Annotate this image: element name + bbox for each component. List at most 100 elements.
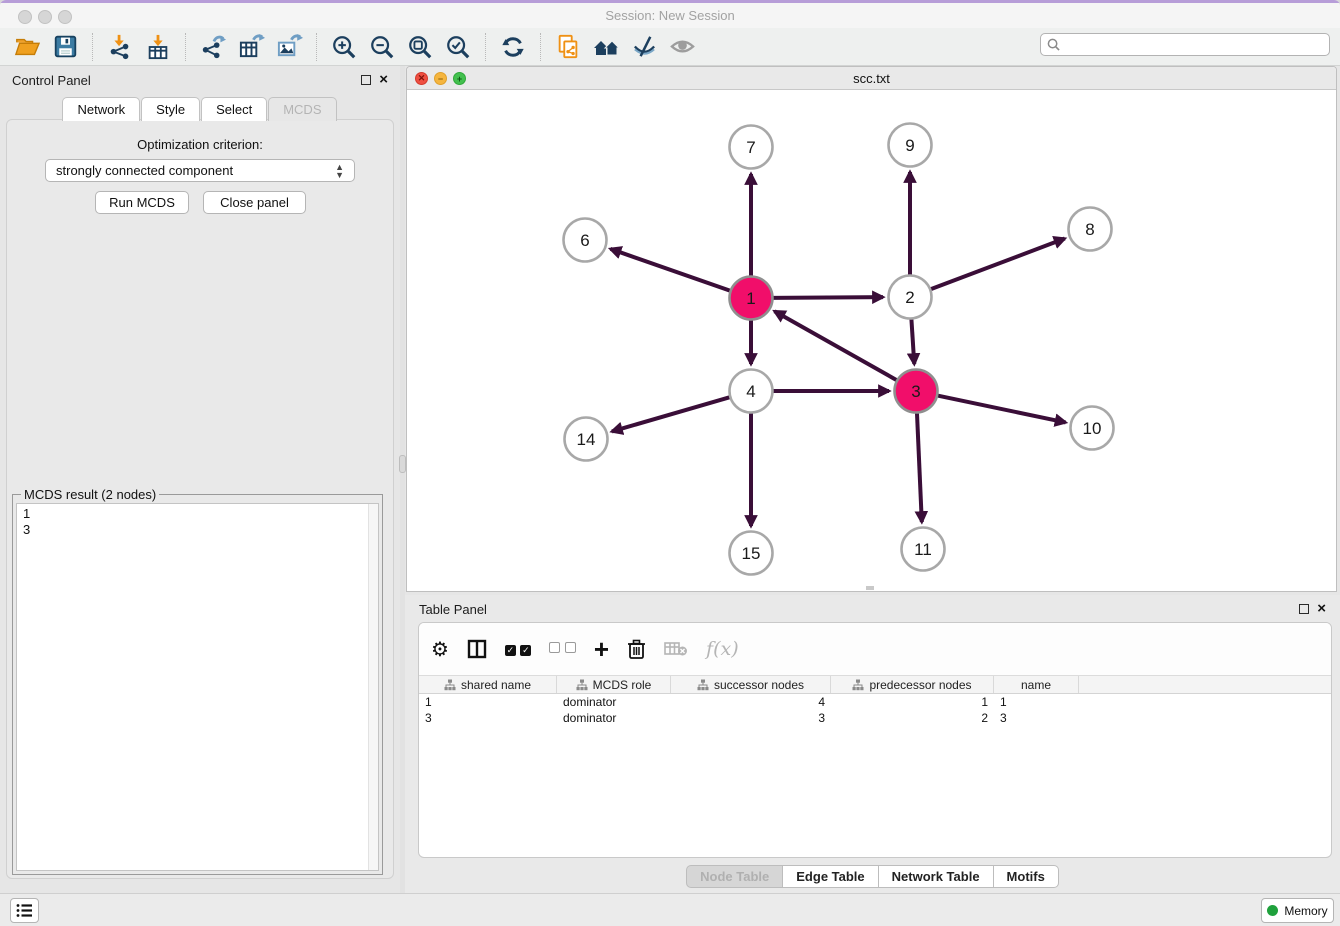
home-button[interactable]: [590, 32, 622, 62]
float-table-panel-icon[interactable]: [1299, 604, 1309, 614]
export-table-button[interactable]: [235, 32, 267, 62]
cell[interactable]: 3: [994, 710, 1079, 726]
delete-column-icon[interactable]: [627, 639, 646, 660]
table-row-1[interactable]: 1dominator411: [419, 694, 1331, 710]
tab-network[interactable]: Network: [62, 97, 140, 121]
network-window-title: scc.txt: [853, 71, 890, 86]
edge-4-14[interactable]: [612, 397, 730, 431]
cell[interactable]: 2: [831, 710, 994, 726]
hierarchy-icon: [444, 679, 456, 691]
node-label-15: 15: [742, 544, 761, 563]
clone-network-button[interactable]: [552, 32, 584, 62]
cell[interactable]: 3: [419, 710, 557, 726]
memory-button[interactable]: Memory: [1261, 898, 1334, 923]
node-label-8: 8: [1085, 220, 1094, 239]
panel-divider-grip[interactable]: [399, 455, 406, 473]
cell[interactable]: 1: [419, 694, 557, 710]
cell[interactable]: 1: [994, 694, 1079, 710]
import-network-icon: [107, 34, 133, 60]
show-hidden-icon: [669, 33, 696, 60]
table-body: 1dominator4113dominator323: [419, 694, 1331, 726]
network-minimize-icon[interactable]: −: [434, 72, 447, 85]
network-window-titlebar[interactable]: ✕ − + scc.txt: [407, 67, 1336, 90]
cell[interactable]: 1: [831, 694, 994, 710]
column-label: MCDS role: [593, 678, 652, 692]
save-session-button[interactable]: [49, 32, 81, 62]
edge-1-6[interactable]: [610, 249, 730, 291]
column-selector-icon[interactable]: [467, 639, 487, 659]
zoom-out-button[interactable]: [366, 32, 398, 62]
network-canvas[interactable]: 7968124314101511: [407, 90, 1336, 592]
close-window-icon[interactable]: [18, 10, 32, 24]
export-image-button[interactable]: [273, 32, 305, 62]
node-label-4: 4: [746, 382, 755, 401]
minimize-window-icon[interactable]: [38, 10, 52, 24]
search-field[interactable]: [1040, 33, 1330, 56]
run-mcds-button[interactable]: Run MCDS: [95, 191, 189, 214]
column-label: predecessor nodes: [869, 678, 971, 692]
tab-node-table[interactable]: Node Table: [686, 865, 783, 888]
criterion-dropdown[interactable]: strongly connected component ▲▼: [45, 159, 355, 182]
network-maximize-icon[interactable]: +: [453, 72, 466, 85]
edge-1-2[interactable]: [773, 297, 883, 298]
edge-3-11[interactable]: [917, 413, 922, 522]
apply-layout-button[interactable]: [497, 32, 529, 62]
canvas-resize-grip[interactable]: [866, 586, 874, 590]
hide-selected-button[interactable]: [628, 32, 660, 62]
close-table-panel-icon[interactable]: ×: [1317, 604, 1326, 614]
gear-icon[interactable]: ⚙: [431, 637, 449, 662]
import-network-button[interactable]: [104, 32, 136, 62]
edge-2-8[interactable]: [931, 239, 1065, 290]
node-label-3: 3: [911, 382, 920, 401]
close-panel-icon[interactable]: ×: [379, 75, 388, 85]
column-label: shared name: [461, 678, 531, 692]
app-title: Session: New Session: [0, 3, 1340, 28]
tab-mcds[interactable]: MCDS: [268, 97, 336, 121]
mcds-scrollbar[interactable]: [368, 504, 378, 870]
function-builder-icon: f(x): [706, 638, 739, 660]
tab-edge-table[interactable]: Edge Table: [783, 865, 878, 888]
deselect-all-checks-icon[interactable]: [549, 640, 575, 658]
import-table-button[interactable]: [142, 32, 174, 62]
maximize-window-icon[interactable]: [58, 10, 72, 24]
edge-3-1[interactable]: [775, 311, 897, 380]
tab-motifs[interactable]: Motifs: [994, 865, 1059, 888]
close-panel-button[interactable]: Close panel: [203, 191, 306, 214]
show-hidden-button[interactable]: [666, 32, 698, 62]
column-header-successor-nodes[interactable]: successor nodes: [671, 676, 831, 693]
node-label-11: 11: [914, 540, 932, 559]
zoom-selected-button[interactable]: [442, 32, 474, 62]
tab-style[interactable]: Style: [141, 97, 200, 121]
column-header-MCDS-role[interactable]: MCDS role: [557, 676, 671, 693]
app-titlebar[interactable]: Session: New Session: [0, 3, 1340, 28]
mcds-result-title: MCDS result (2 nodes): [21, 487, 159, 502]
table-panel-header: Table Panel ×: [405, 595, 1340, 623]
zoom-in-button[interactable]: [328, 32, 360, 62]
column-header-predecessor-nodes[interactable]: predecessor nodes: [831, 676, 994, 693]
column-header-name[interactable]: name: [994, 676, 1079, 693]
toolbar-separator: [316, 33, 317, 61]
cell[interactable]: dominator: [557, 694, 671, 710]
tab-network-table[interactable]: Network Table: [879, 865, 994, 888]
tab-select[interactable]: Select: [201, 97, 267, 121]
zoom-fit-button[interactable]: [404, 32, 436, 62]
select-all-checks-icon[interactable]: ✓ ✓: [505, 640, 531, 658]
task-history-button[interactable]: [10, 898, 39, 923]
edge-3-10[interactable]: [938, 396, 1066, 423]
table-row-2[interactable]: 3dominator323: [419, 710, 1331, 726]
search-input[interactable]: [1065, 37, 1323, 53]
export-network-button[interactable]: [197, 32, 229, 62]
float-panel-icon[interactable]: [361, 75, 371, 85]
column-header-shared-name[interactable]: shared name: [419, 676, 557, 693]
network-close-icon[interactable]: ✕: [415, 72, 428, 85]
delete-table-icon: [664, 640, 688, 658]
cell[interactable]: 4: [671, 694, 831, 710]
cell[interactable]: dominator: [557, 710, 671, 726]
memory-status-icon: [1267, 905, 1278, 916]
edge-2-3[interactable]: [911, 319, 914, 364]
mcds-result-textarea[interactable]: 1 3: [16, 503, 379, 871]
import-table-icon: [145, 34, 171, 60]
cell[interactable]: 3: [671, 710, 831, 726]
add-column-icon[interactable]: +: [594, 639, 609, 659]
open-session-button[interactable]: [11, 32, 43, 62]
